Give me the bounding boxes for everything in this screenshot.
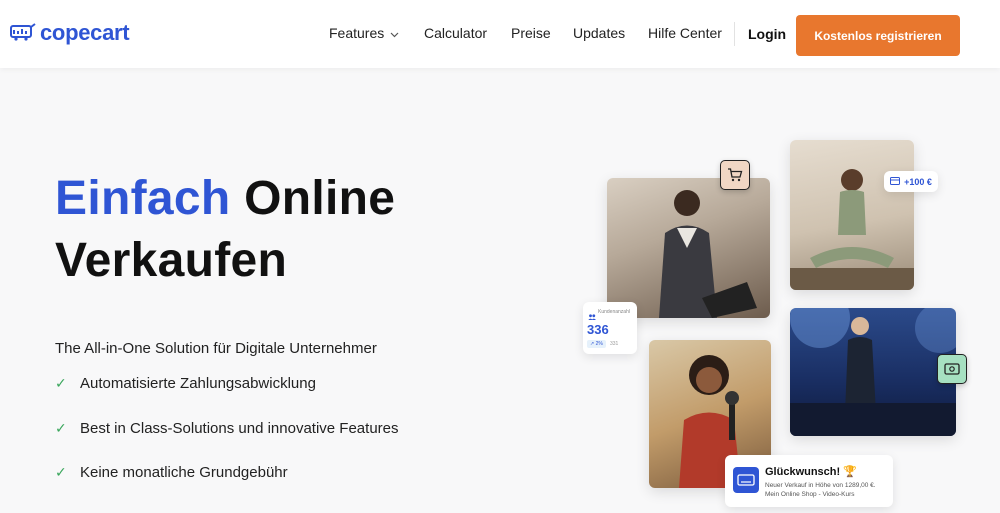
nav-updates[interactable]: Updates [573,25,625,41]
receipt-icon [733,467,759,493]
nav-preise[interactable]: Preise [511,25,551,41]
photo-businessman-laptop [607,178,770,318]
hero-title-line2: Verkaufen [55,234,288,287]
login-link[interactable]: Login [748,26,786,42]
feature-item: ✓ Automatisierte Zahlungsabwicklung [55,375,316,392]
check-icon: ✓ [55,375,67,391]
customer-stats-card: Kundenanzahl 336 ↗ 2% 331 [583,302,637,354]
sale-notification-card: Glückwunsch! 🏆 Neuer Verkauf in Höhe von… [725,455,893,507]
feature-text: Keine monatliche Grundgebühr [80,464,288,481]
notification-line1: Neuer Verkauf in Höhe von 1289,00 €. [765,482,876,489]
hero-title-rest: Online [244,172,396,225]
photo-yoga-woman [790,140,914,290]
hero-title: Einfach Online Verkaufen [55,168,395,292]
top-navigation: copecart Features Calculator Preise Upda… [0,0,1000,68]
cart-icon [720,160,750,190]
nav-hilfe-center[interactable]: Hilfe Center [648,25,722,41]
check-icon: ✓ [55,464,67,480]
logo-text: copecart [40,20,130,45]
stats-label: Kundenanzahl [598,309,630,315]
amount-text: +100 € [904,176,932,187]
hero-title-accent: Einfach [55,172,231,225]
stats-value: 336 [587,322,609,337]
feature-text: Automatisierte Zahlungsabwicklung [80,375,316,392]
check-icon: ✓ [55,420,67,436]
hero-subtitle: The All-in-One Solution für Digitale Unt… [55,340,377,357]
chevron-down-icon [390,25,399,41]
feature-item: ✓ Keine monatliche Grundgebühr [55,464,288,481]
nav-features-label: Features [329,25,385,41]
nav-features[interactable]: Features [329,25,399,41]
feature-item: ✓ Best in Class-Solutions und innovative… [55,420,399,437]
photo-stage-speaker [790,308,956,436]
card-icon [890,176,901,187]
stats-growth: ↗ 2% [587,340,606,348]
amount-card: +100 € [884,171,938,192]
nav-divider [734,22,735,46]
notification-line2: Mein Online Shop - Video-Kurs [765,491,855,498]
nav-calculator[interactable]: Calculator [424,25,487,41]
money-icon [937,354,967,384]
copecart-logo[interactable]: copecart [10,20,130,46]
feature-text: Best in Class-Solutions und innovative F… [80,420,399,437]
notification-title: Glückwunsch! 🏆 [765,466,857,478]
register-button[interactable]: Kostenlos registrieren [796,15,960,56]
stats-previous: 331 [610,341,619,347]
logo-cart-icon [10,21,36,46]
